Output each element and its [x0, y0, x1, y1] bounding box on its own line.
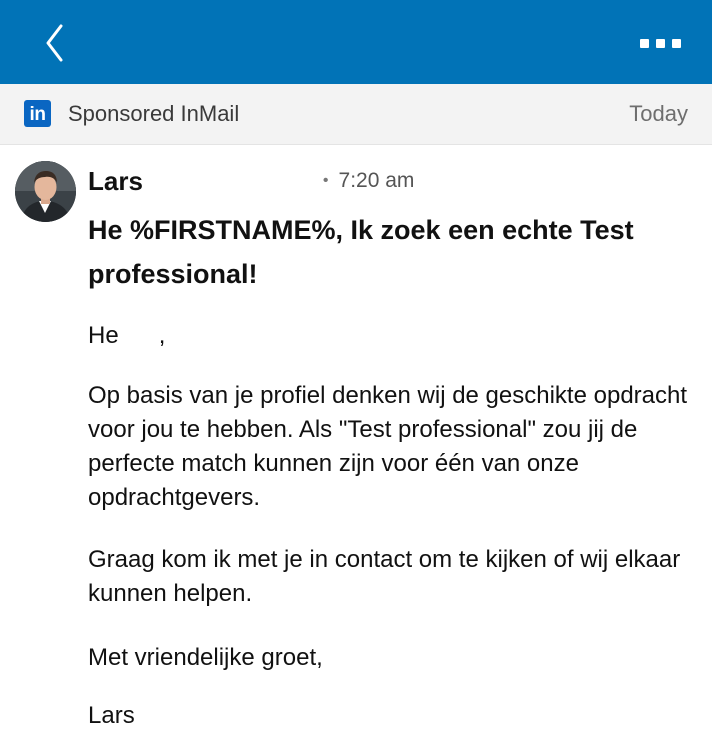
message-subject: He %FIRSTNAME%, Ik zoek een echte Test p…	[88, 215, 634, 289]
sender-name[interactable]: Lars	[88, 166, 143, 197]
greeting-word: He	[88, 322, 119, 349]
person-photo-icon	[15, 161, 76, 222]
message-paragraph: Op basis van je profiel denken wij de ge…	[88, 382, 688, 511]
time-separator: •	[322, 172, 329, 189]
linkedin-logo-icon: in	[24, 100, 51, 127]
sender-header: Lars • 7:20 am	[88, 157, 415, 199]
message-signature: Lars	[88, 702, 135, 729]
more-options-button[interactable]	[634, 26, 686, 60]
chevron-left-icon	[46, 24, 63, 62]
sponsored-inmail-label: Sponsored InMail	[68, 101, 240, 126]
greeting-punctuation: ,	[158, 322, 166, 349]
back-button[interactable]	[34, 20, 74, 66]
more-horizontal-icon	[639, 38, 649, 48]
message-time: 7:20 am	[338, 169, 415, 192]
redacted-recipient-name	[119, 327, 159, 347]
message-closing: Met vriendelijke groet,	[88, 644, 323, 671]
top-navigation-bar	[0, 0, 712, 84]
sender-avatar[interactable]	[15, 161, 76, 222]
message-greeting: He,	[88, 319, 688, 353]
message-date: Today	[629, 101, 688, 126]
message-paragraph: Graag kom ik met je in contact om te kij…	[88, 546, 681, 607]
message-type-bar: in Sponsored InMail Today	[0, 84, 712, 145]
redacted-last-name	[144, 157, 317, 187]
